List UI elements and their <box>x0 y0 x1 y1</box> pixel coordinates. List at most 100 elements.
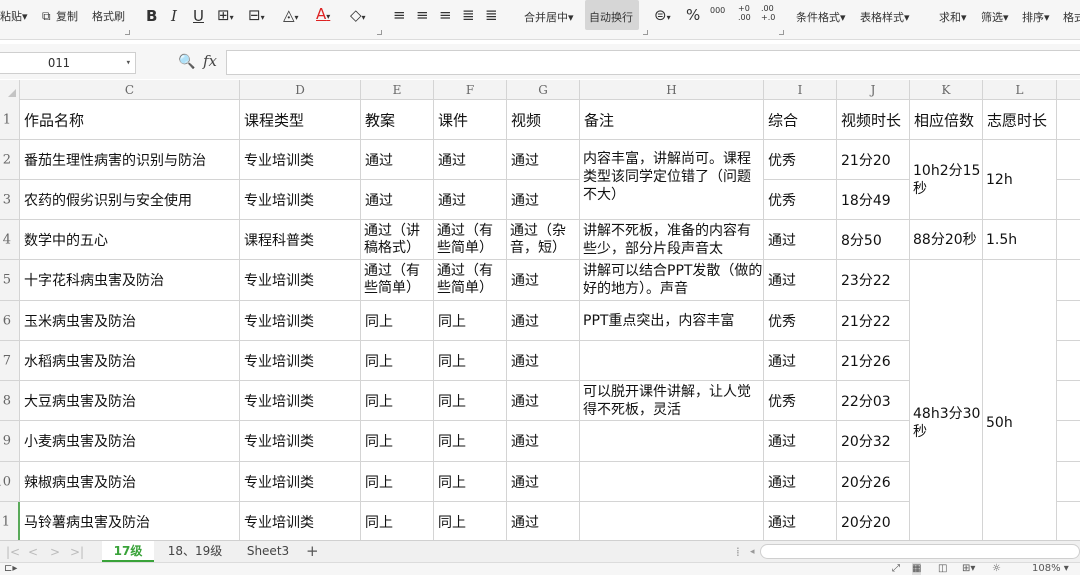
volunteer-cell[interactable]: 1.5h <box>983 220 1056 259</box>
copy-button[interactable]: 复制 <box>56 10 78 24</box>
horizontal-scrollbar[interactable] <box>760 544 1080 559</box>
column-header-f[interactable]: F <box>434 80 507 100</box>
table-cell[interactable]: 专业培训类 <box>240 180 360 219</box>
first-sheet-icon[interactable]: |< <box>6 545 20 559</box>
table-cell[interactable]: 同上 <box>434 502 506 540</box>
fx-button[interactable]: fx <box>203 52 217 70</box>
column-header-g[interactable]: G <box>507 80 580 100</box>
multiple-cell[interactable]: 10h2分15秒 <box>910 140 982 219</box>
header-cell[interactable]: 课程类型 <box>240 100 360 139</box>
table-cell[interactable]: 通过 <box>507 462 579 501</box>
table-cell[interactable]: 通过 <box>434 140 506 179</box>
sheet-tab-sheet3[interactable]: Sheet3 <box>236 541 300 562</box>
column-header-h[interactable]: H <box>580 80 764 100</box>
column-header-k[interactable]: K <box>910 80 983 100</box>
align-center-icon[interactable]: ≡ <box>416 7 429 23</box>
table-cell[interactable]: 通过 <box>764 421 836 461</box>
page-layout-icon[interactable]: ◫ <box>938 563 947 575</box>
table-cell[interactable]: 专业培训类 <box>240 301 360 340</box>
table-cell[interactable]: 21分22 <box>837 301 909 340</box>
table-cell[interactable]: 专业培训类 <box>240 140 360 179</box>
table-cell[interactable]: 同上 <box>434 381 506 420</box>
eye-protect-icon[interactable]: ☼ <box>992 563 1001 575</box>
table-cell[interactable]: 通过（有些简单） <box>434 220 506 259</box>
remark-cell[interactable]: 讲解不死板，准备的内容有些少，部分片段声音太 <box>580 220 763 259</box>
column-header-l[interactable]: L <box>983 80 1057 100</box>
table-style-button[interactable]: 表格样式▾ <box>860 11 910 25</box>
align-group-launcher[interactable] <box>643 30 648 35</box>
table-cell[interactable]: 通过 <box>507 502 579 540</box>
header-cell[interactable]: 视频时长 <box>837 100 909 139</box>
table-cell[interactable]: 水稻病虫害及防治 <box>20 341 239 380</box>
thousands-button[interactable]: 000 <box>710 4 725 18</box>
sheet-tab-17[interactable]: 17级 <box>102 541 154 562</box>
align-right-icon[interactable]: ≡ <box>439 7 452 23</box>
table-cell[interactable]: 大豆病虫害及防治 <box>20 381 239 420</box>
table-cell[interactable]: 通过（有些简单） <box>434 260 506 300</box>
table-cell[interactable]: 优秀 <box>764 180 836 219</box>
table-cell[interactable]: 通过 <box>361 180 433 219</box>
conditional-format-button[interactable]: 条件格式▾ <box>796 11 846 25</box>
remark-cell[interactable]: 讲解可以结合PPT发散（做的好的地方）。声音 <box>580 260 763 300</box>
align-left-icon[interactable]: ≡ <box>393 7 406 23</box>
table-cell[interactable]: 20分32 <box>837 421 909 461</box>
table-cell[interactable]: 通过 <box>764 260 836 300</box>
table-cell[interactable]: 玉米病虫害及防治 <box>20 301 239 340</box>
tab-splitter[interactable]: ⁞ <box>736 545 740 559</box>
table-cell[interactable]: 通过 <box>764 502 836 540</box>
table-cell[interactable]: 同上 <box>434 341 506 380</box>
multiple-cell[interactable]: 48h3分30秒 <box>910 260 982 540</box>
table-cell[interactable]: 优秀 <box>764 381 836 420</box>
table-cell[interactable]: 同上 <box>361 301 433 340</box>
column-header-d[interactable]: D <box>240 80 361 100</box>
table-cell[interactable]: 通过（有些简单） <box>361 260 433 300</box>
row-header-9[interactable]: 9 <box>0 421 20 462</box>
row-header-11[interactable]: 11 <box>0 502 20 540</box>
last-sheet-icon[interactable]: >| <box>70 545 84 559</box>
justify-icon[interactable]: ≣ <box>462 7 475 23</box>
table-cell[interactable]: 同上 <box>361 462 433 501</box>
table-cell[interactable]: 农药的假劣识别与安全使用 <box>20 180 239 219</box>
table-cell[interactable]: 22分03 <box>837 381 909 420</box>
cell-style-icon[interactable]: ⊟▾ <box>248 7 265 26</box>
table-cell[interactable]: 课程科普类 <box>240 220 360 259</box>
auto-wrap-button[interactable]: 自动换行 <box>589 11 633 25</box>
underline-button[interactable]: U <box>193 8 204 24</box>
table-cell[interactable]: 通过 <box>507 301 579 340</box>
table-cell[interactable]: 专业培训类 <box>240 381 360 420</box>
multiple-cell[interactable]: 88分20秒 <box>910 220 982 259</box>
table-cell[interactable]: 通过 <box>764 220 836 259</box>
fill-color-icon[interactable]: ◬▾ <box>283 7 299 26</box>
table-cell[interactable]: 通过（杂音，短） <box>507 220 579 259</box>
table-cell[interactable]: 通过 <box>507 140 579 179</box>
row-header-5[interactable]: 5 <box>0 260 20 301</box>
select-all-corner[interactable] <box>0 80 20 100</box>
distributed-align-icon[interactable]: ≣ <box>485 7 498 23</box>
table-cell[interactable]: 21分26 <box>837 341 909 380</box>
column-header-e[interactable]: E <box>361 80 434 100</box>
table-cell[interactable]: 通过 <box>764 341 836 380</box>
header-cell[interactable]: 综合 <box>764 100 836 139</box>
table-cell[interactable]: 21分20 <box>837 140 909 179</box>
row-header-1[interactable]: 1 <box>0 100 20 140</box>
page-break-icon[interactable]: ⊞▾ <box>962 563 975 575</box>
table-cell[interactable]: 同上 <box>434 421 506 461</box>
table-cell[interactable]: 同上 <box>434 462 506 501</box>
header-cell[interactable]: 相应倍数 <box>910 100 982 139</box>
column-header-c[interactable]: C <box>20 80 240 100</box>
row-header-4[interactable]: 4 <box>0 220 20 260</box>
table-cell[interactable]: 通过 <box>434 180 506 219</box>
table-cell[interactable]: 通过 <box>507 381 579 420</box>
sort-button[interactable]: 排序▾ <box>1022 11 1050 25</box>
column-header-i[interactable]: I <box>764 80 837 100</box>
table-cell[interactable]: 20分20 <box>837 502 909 540</box>
remark-cell[interactable]: 内容丰富，讲解尚可。课程类型该同学定位错了（问题不大） <box>580 140 763 219</box>
row-header-6[interactable]: 6 <box>0 301 20 341</box>
font-color-icon[interactable]: A▾ <box>316 6 330 25</box>
format-button[interactable]: 格式 <box>1063 11 1080 25</box>
row-header-8[interactable]: 8 <box>0 381 20 421</box>
decrease-decimal-button[interactable]: .00 +.0 <box>761 4 779 22</box>
number-group-launcher[interactable] <box>779 30 784 35</box>
remark-cell[interactable]: 可以脱开课件讲解，让人觉得不死板，灵活 <box>580 381 763 420</box>
merge-center-button[interactable]: 合并居中▾ <box>524 11 574 25</box>
